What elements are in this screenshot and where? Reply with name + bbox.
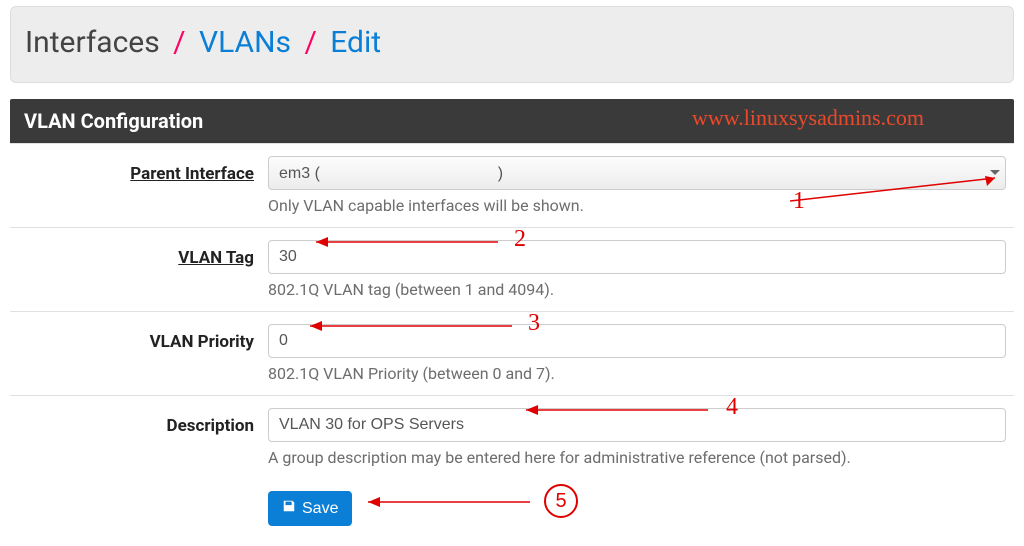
- watermark-text: www.linuxsysadmins.com: [692, 105, 924, 131]
- breadcrumb-link-edit[interactable]: Edit: [330, 25, 381, 60]
- help-vlan-priority: 802.1Q VLAN Priority (between 0 and 7).: [268, 364, 1006, 383]
- breadcrumb-root: Interfaces: [25, 25, 160, 60]
- breadcrumb-sep-1: /: [173, 25, 185, 60]
- save-icon: [282, 499, 296, 518]
- label-parent-interface: Parent Interface: [18, 156, 268, 184]
- breadcrumb-bar: Interfaces / VLANs / Edit: [10, 6, 1014, 83]
- button-row: Save: [10, 479, 1014, 546]
- row-vlan-tag: VLAN Tag 802.1Q VLAN tag (between 1 and …: [10, 227, 1014, 311]
- panel-header: VLAN Configuration www.linuxsysadmins.co…: [10, 99, 1014, 143]
- save-button-label: Save: [302, 500, 338, 518]
- help-parent-interface: Only VLAN capable interfaces will be sho…: [268, 196, 1006, 215]
- breadcrumb: Interfaces / VLANs / Edit: [25, 25, 999, 60]
- save-button[interactable]: Save: [268, 491, 352, 526]
- help-description: A group description may be entered here …: [268, 448, 1006, 467]
- vlan-priority-input[interactable]: [268, 324, 1006, 358]
- parent-interface-select-wrap: em3 ( ): [268, 156, 1006, 190]
- label-vlan-tag: VLAN Tag: [18, 240, 268, 268]
- row-description: Description A group description may be e…: [10, 395, 1014, 479]
- panel-title: VLAN Configuration: [24, 109, 203, 133]
- panel: VLAN Configuration www.linuxsysadmins.co…: [10, 99, 1014, 546]
- label-description: Description: [18, 408, 268, 436]
- vlan-tag-input[interactable]: [268, 240, 1006, 274]
- row-parent-interface: Parent Interface em3 ( ) Only VLAN capab…: [10, 143, 1014, 227]
- breadcrumb-sep-2: /: [304, 25, 316, 60]
- description-input[interactable]: [268, 408, 1006, 442]
- help-vlan-tag: 802.1Q VLAN tag (between 1 and 4094).: [268, 280, 1006, 299]
- row-vlan-priority: VLAN Priority 802.1Q VLAN Priority (betw…: [10, 311, 1014, 395]
- label-vlan-priority: VLAN Priority: [18, 324, 268, 352]
- breadcrumb-link-vlans[interactable]: VLANs: [199, 25, 291, 60]
- parent-interface-select[interactable]: em3 ( ): [268, 156, 1006, 190]
